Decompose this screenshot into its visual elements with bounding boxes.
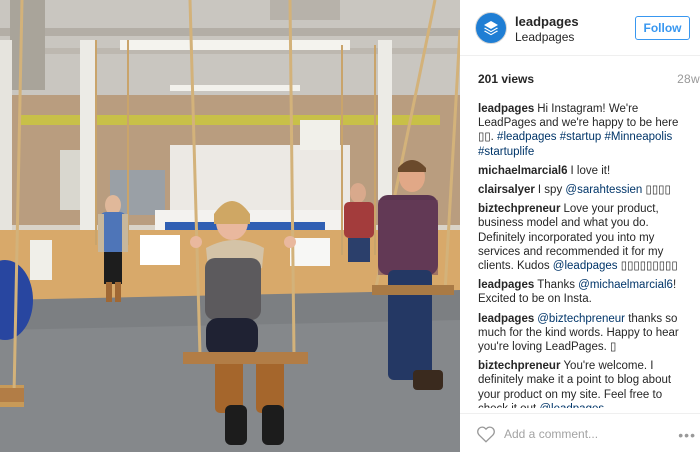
add-comment-input[interactable]: [504, 426, 634, 442]
comment-username[interactable]: biztechpreneur: [478, 360, 560, 372]
comment-username[interactable]: leadpages: [478, 103, 534, 115]
mention-link[interactable]: @michaelmarcial6: [578, 279, 673, 291]
mention-link[interactable]: @leadpages: [553, 260, 618, 272]
comment-item: biztechpreneur You're welcome. I definite…: [478, 359, 692, 408]
leadpages-logo-icon: [484, 21, 498, 36]
more-options-icon[interactable]: •••: [678, 427, 696, 443]
views-count: 201 views: [478, 72, 535, 86]
comment-text: I love it!: [570, 164, 611, 177]
comment-username[interactable]: biztechpreneur: [478, 203, 560, 215]
hashtag-link[interactable]: #startuplife: [478, 146, 534, 158]
comment-text: ▯▯▯▯: [642, 184, 671, 197]
hashtag-link[interactable]: #Minneapolis: [605, 131, 673, 143]
comment-username[interactable]: clairsalyer: [478, 184, 535, 196]
hashtag-link[interactable]: #startup: [560, 131, 602, 143]
comment-username[interactable]: leadpages: [478, 279, 534, 291]
post-photo[interactable]: [0, 0, 460, 452]
mention-link[interactable]: @sarahtessien: [565, 184, 642, 196]
mention-link[interactable]: @leadpages: [539, 403, 604, 408]
post-username[interactable]: leadpages: [515, 14, 579, 29]
comment-username[interactable]: michaelmarcial6: [478, 165, 568, 177]
heart-icon[interactable]: [476, 425, 496, 443]
post-meta: 201 views 28w: [478, 72, 700, 88]
post-age[interactable]: 28w: [677, 72, 700, 86]
avatar[interactable]: [475, 12, 507, 44]
post-footer: •••: [460, 413, 700, 452]
comment-item: leadpages Hi Instagram! We're LeadPages a…: [478, 102, 692, 159]
post-sidebar: leadpages Leadpages Follow 201 views 28w…: [460, 0, 700, 452]
comments-list: leadpages Hi Instagram! We're LeadPages a…: [478, 102, 692, 408]
follow-button[interactable]: Follow: [635, 16, 690, 40]
post-header: leadpages Leadpages Follow: [460, 0, 700, 56]
mention-link[interactable]: @biztechpreneur: [537, 313, 625, 325]
comment-username[interactable]: leadpages: [478, 313, 534, 325]
comment-item: leadpages Thanks @michaelmarcial6! Excite…: [478, 278, 692, 306]
office-swings-photo: [0, 0, 460, 452]
comment-item: biztechpreneur Love your product, busines…: [478, 202, 692, 273]
comment-item: clairsalyer I spy @sarahtessien ▯▯▯▯: [478, 183, 692, 197]
post-fullname: Leadpages: [515, 30, 575, 44]
comment-text: I spy: [537, 184, 566, 197]
comment-item: leadpages @biztechpreneur thanks so much …: [478, 312, 692, 355]
hashtag-link[interactable]: #leadpages: [497, 131, 556, 143]
comment-text: ▯▯▯▯▯▯▯▯▯: [617, 260, 678, 273]
comment-item: michaelmarcial6 I love it!: [478, 164, 692, 178]
comment-text: Thanks: [537, 279, 579, 292]
